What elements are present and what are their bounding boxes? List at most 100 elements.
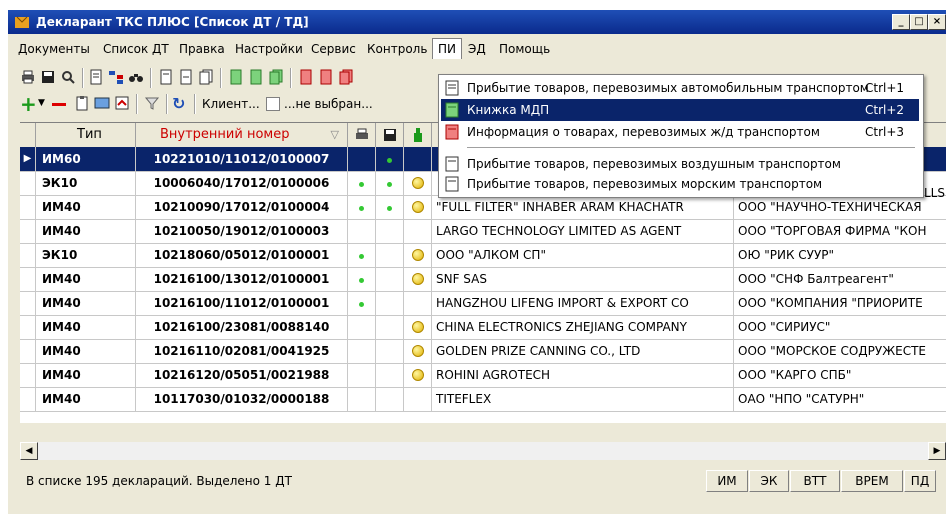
print-icon[interactable]: [20, 69, 36, 85]
header-flag-column[interactable]: [404, 123, 432, 147]
cell-internal-number[interactable]: 10117030/01032/0000188: [136, 387, 348, 411]
menu-item-air-transport[interactable]: Прибытие товаров, перевозимых воздушным …: [441, 153, 919, 175]
menu-dt-list[interactable]: Список ДТ: [103, 42, 169, 56]
client-checkbox[interactable]: [266, 97, 280, 111]
cell-type[interactable]: ИМ40: [36, 315, 136, 339]
table-row[interactable]: ИМ40 10216100/13012/0100001 SNF SAS ООО "СН…: [20, 267, 946, 292]
cell-recipient[interactable]: ОЮ "РИК СУУР": [734, 243, 946, 267]
cell-sender[interactable]: ООО "АЛКОМ СП": [432, 243, 734, 267]
cell-sender[interactable]: LARGO TECHNOLOGY LIMITED AS AGENT: [432, 219, 734, 243]
cell-internal-number[interactable]: 10216120/05051/0021988: [136, 363, 348, 387]
menu-pi[interactable]: ПИ: [432, 38, 462, 59]
cell-internal-number[interactable]: 10210050/19012/0100003: [136, 219, 348, 243]
import-icon[interactable]: [114, 95, 130, 111]
cell-recipient[interactable]: ООО "СИРИУС": [734, 315, 946, 339]
cell-recipient[interactable]: ООО "СНФ Балтреагент": [734, 267, 946, 291]
table-row[interactable]: ИМ40 10117030/01032/0000188 TITEFLEX ОАО "Н…: [20, 387, 946, 412]
cell-recipient[interactable]: ОАО "НПО "САТУРН": [734, 387, 946, 411]
menu-edit[interactable]: Правка: [179, 42, 225, 56]
cell-recipient[interactable]: ООО "НАУЧНО-ТЕХНИЧЕСКАЯ: [734, 195, 946, 219]
cell-recipient[interactable]: ООО "КАРГО СПБ": [734, 363, 946, 387]
cell-sender[interactable]: SNF SAS: [432, 267, 734, 291]
cell-type[interactable]: ИМ40: [36, 267, 136, 291]
menu-item-road-transport[interactable]: Прибытие товаров, перевозимых автомобиль…: [441, 77, 919, 99]
save-icon[interactable]: [40, 69, 56, 85]
client-selection-label[interactable]: ...не выбран...: [284, 97, 373, 111]
chevron-down-icon[interactable]: ▼: [38, 98, 45, 108]
filter-vrem-button[interactable]: ВРЕМ: [841, 470, 903, 492]
cell-internal-number[interactable]: 10216100/11012/0100001: [136, 291, 348, 315]
minimize-button[interactable]: _: [892, 14, 910, 30]
filter-ek-button[interactable]: ЭК: [749, 470, 789, 492]
binoculars-icon[interactable]: [128, 69, 144, 85]
scroll-right-button[interactable]: ▶: [928, 442, 946, 460]
cell-type[interactable]: ИМ40: [36, 219, 136, 243]
filter-pd-button[interactable]: ПД: [904, 470, 936, 492]
cell-sender[interactable]: HANGZHOU LIFENG IMPORT & EXPORT CO: [432, 291, 734, 315]
cell-internal-number[interactable]: 10210090/17012/0100004: [136, 195, 348, 219]
menu-documents[interactable]: Документы: [18, 42, 90, 56]
doc-icon[interactable]: [88, 69, 104, 85]
scroll-left-button[interactable]: ◀: [20, 442, 38, 460]
cell-sender[interactable]: TITEFLEX: [432, 387, 734, 411]
table-row[interactable]: ИМ40 10216110/02081/0041925 GOLDEN PRIZE C…: [20, 339, 946, 364]
header-internal-number[interactable]: Внутренний номер ▽: [136, 123, 348, 147]
menu-settings[interactable]: Настройки: [235, 42, 303, 56]
menu-item-tir-carnet[interactable]: Книжка МДП Ctrl+2: [441, 99, 919, 121]
cell-recipient[interactable]: ООО "МОРСКОЕ СОДРУЖЕСТЕ: [734, 339, 946, 363]
table-row[interactable]: ИМ40 10210050/19012/0100003 LARGO TECHNOLO…: [20, 219, 946, 244]
menu-item-rail-transport[interactable]: Информация о товарах, перевозимых ж/д тр…: [441, 121, 919, 143]
cell-internal-number[interactable]: 10216110/02081/0041925: [136, 339, 348, 363]
cell-internal-number[interactable]: 10216100/23081/0088140: [136, 315, 348, 339]
menu-item-sea-transport[interactable]: Прибытие товаров, перевозимых морским тр…: [441, 173, 919, 195]
refresh-icon[interactable]: ↻: [172, 94, 185, 113]
green-doc-icon[interactable]: [228, 69, 244, 85]
filter-vtt-button[interactable]: ВТТ: [790, 470, 840, 492]
doc-icon[interactable]: [158, 69, 174, 85]
cell-internal-number[interactable]: 10218060/05012/0100001: [136, 243, 348, 267]
cell-sender[interactable]: "FULL FILTER" INHABER ARAM KHACHATR: [432, 195, 734, 219]
add-icon[interactable]: +: [20, 92, 37, 116]
cell-sender[interactable]: CHINA ELECTRONICS ZHEJIANG COMPANY: [432, 315, 734, 339]
tree-icon[interactable]: [108, 69, 124, 85]
cell-type[interactable]: ИМ40: [36, 195, 136, 219]
cell-type[interactable]: ЭК10: [36, 243, 136, 267]
red-doc-icon[interactable]: [298, 69, 314, 85]
cell-internal-number[interactable]: 10006040/17012/0100006: [136, 171, 348, 195]
header-print-column[interactable]: [348, 123, 376, 147]
docs-stack-icon[interactable]: [198, 69, 214, 85]
table-row[interactable]: ЭК10 10218060/05012/0100001 ООО "АЛКОМ СП"…: [20, 243, 946, 268]
cell-type[interactable]: ИМ40: [36, 339, 136, 363]
cell-type[interactable]: ИМ60: [36, 147, 136, 171]
table-row[interactable]: ИМ40 10210090/17012/0100004 "FULL FILTER" …: [20, 195, 946, 220]
horizontal-scrollbar[interactable]: ◀ ▶: [20, 442, 946, 460]
table-row[interactable]: ИМ40 10216100/11012/0100001 HANGZHOU LIFEN…: [20, 291, 946, 316]
table-row[interactable]: ИМ40 10216100/23081/0088140 CHINA ELECTRON…: [20, 315, 946, 340]
remove-icon[interactable]: [52, 103, 66, 106]
close-button[interactable]: ×: [928, 14, 946, 30]
menu-control[interactable]: Контроль: [367, 42, 427, 56]
filter-im-button[interactable]: ИМ: [706, 470, 748, 492]
menu-ed[interactable]: ЭД: [468, 42, 486, 56]
menu-help[interactable]: Помощь: [499, 42, 550, 56]
cell-internal-number[interactable]: 10216100/13012/0100001: [136, 267, 348, 291]
green-docs-stack-icon[interactable]: [268, 69, 284, 85]
table-row[interactable]: ИМ40 10216120/05051/0021988 ROHINI AGROTEC…: [20, 363, 946, 388]
preview-icon[interactable]: [60, 69, 76, 85]
cell-sender[interactable]: ROHINI AGROTECH: [432, 363, 734, 387]
clipboard-icon[interactable]: [74, 95, 90, 111]
red-doc-icon[interactable]: [318, 69, 334, 85]
red-docs-stack-icon[interactable]: [338, 69, 354, 85]
cell-type[interactable]: ИМ40: [36, 291, 136, 315]
cell-type[interactable]: ИМ40: [36, 363, 136, 387]
maximize-button[interactable]: □: [910, 14, 928, 30]
header-save-column[interactable]: [376, 123, 404, 147]
cell-recipient[interactable]: ООО "КОМПАНИЯ "ПРИОРИТЕ: [734, 291, 946, 315]
client-label[interactable]: Клиент...: [202, 97, 260, 111]
cell-type[interactable]: ЭК10: [36, 171, 136, 195]
card-icon[interactable]: [94, 95, 110, 111]
cell-recipient[interactable]: ООО "ТОРГОВАЯ ФИРМА "КОН: [734, 219, 946, 243]
header-type[interactable]: Тип: [36, 123, 136, 147]
cell-type[interactable]: ИМ40: [36, 387, 136, 411]
menu-service[interactable]: Сервис: [311, 42, 356, 56]
